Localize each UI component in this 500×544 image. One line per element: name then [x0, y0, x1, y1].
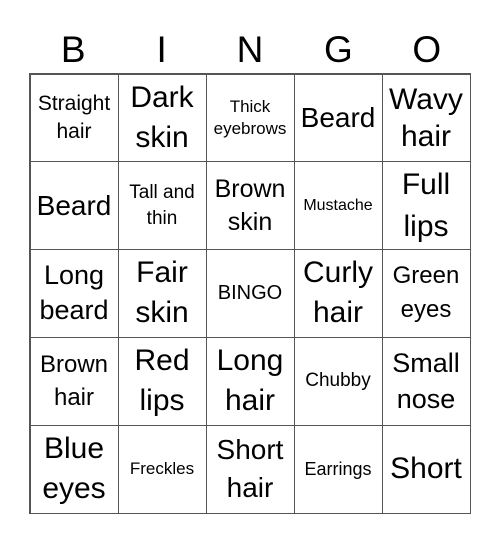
bingo-cell[interactable]: Blue eyes: [29, 424, 119, 514]
bingo-cell[interactable]: Brown skin: [205, 161, 295, 251]
bingo-cell[interactable]: Wavy hair: [381, 73, 471, 163]
bingo-cell[interactable]: Fair skin: [117, 249, 207, 338]
bingo-cell[interactable]: Long beard: [29, 249, 119, 338]
bingo-cell[interactable]: Green eyes: [381, 249, 471, 338]
bingo-cell[interactable]: Beard: [29, 161, 119, 251]
bingo-cell[interactable]: Chubby: [293, 336, 383, 426]
bingo-cell[interactable]: Mustache: [293, 161, 383, 251]
header-letter-g: G: [324, 29, 353, 70]
bingo-cell[interactable]: Curly hair: [293, 249, 383, 338]
bingo-cell[interactable]: Beard: [293, 73, 383, 163]
bingo-cell[interactable]: Small nose: [381, 336, 471, 426]
bingo-cell[interactable]: Straight hair: [29, 73, 119, 163]
bingo-cell[interactable]: Full lips: [381, 161, 471, 251]
bingo-cell[interactable]: Tall and thin: [117, 161, 207, 251]
free-space[interactable]: BINGO: [205, 249, 295, 338]
header-letter-i: I: [156, 29, 167, 70]
header-letter-b: B: [60, 29, 86, 70]
bingo-cell[interactable]: Red lips: [117, 336, 207, 426]
bingo-cell[interactable]: Long hair: [205, 336, 295, 426]
bingo-cell[interactable]: Short hair: [205, 424, 295, 514]
bingo-cell[interactable]: Brown hair: [29, 336, 119, 426]
header-letter-o: O: [412, 29, 442, 70]
bingo-cell[interactable]: Dark skin: [117, 73, 207, 163]
bingo-header: B I N G O: [29, 27, 471, 73]
bingo-cell[interactable]: Freckles: [117, 424, 207, 514]
bingo-cell[interactable]: Earrings: [293, 424, 383, 514]
header-letter-n: N: [236, 29, 264, 70]
bingo-grid: Straight hair Dark skin Thick eyebrows B…: [29, 73, 471, 514]
bingo-cell[interactable]: Thick eyebrows: [205, 73, 295, 163]
bingo-cell[interactable]: Short: [381, 424, 471, 514]
